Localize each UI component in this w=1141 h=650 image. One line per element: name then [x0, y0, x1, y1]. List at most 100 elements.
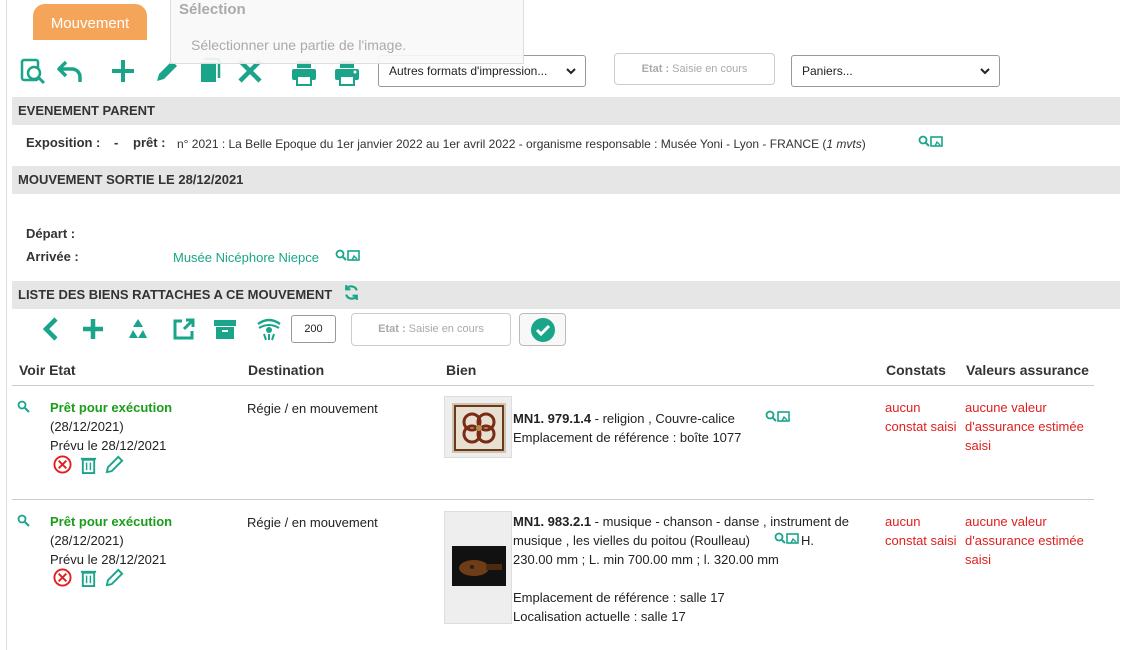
back-chevron-icon[interactable] [37, 314, 67, 344]
row-status: Prêt pour exécution [50, 514, 173, 529]
trash-icon[interactable] [79, 568, 98, 587]
col-destination: Destination [248, 362, 325, 378]
item-inventory-number[interactable]: MN1. 979.1.4 [513, 411, 591, 426]
view-search-icon[interactable] [335, 249, 361, 263]
section-items-list: LISTE DES BIENS RATTACHES A CE MOUVEMENT [12, 281, 1120, 309]
header-divider [12, 385, 1094, 386]
col-constats: Constats [886, 362, 946, 378]
couvre-calice-image [452, 403, 506, 453]
item-description: MN1. 979.1.4 - religion , Couvre-calice [513, 409, 735, 428]
refresh-icon[interactable] [343, 284, 360, 301]
item-desc-line2-text: musique , les vielles du poitou (Roullea… [513, 533, 751, 548]
valeurs-line3: saisi [965, 438, 992, 453]
valeurs-line1: aucune valeur [965, 514, 1047, 529]
edit-pencil-icon[interactable] [104, 455, 125, 474]
constats-line1: aucun [885, 400, 921, 415]
view-search-icon[interactable] [17, 514, 31, 528]
pret-mvts: 1 mvts [826, 137, 862, 151]
edit-pencil-icon[interactable] [104, 568, 125, 587]
cancel-circle-icon[interactable] [53, 568, 72, 587]
constats-value: aucun constat saisi [885, 512, 957, 550]
row-date: (28/12/2021) [50, 533, 124, 548]
col-bien: Bien [446, 362, 477, 378]
chevron-down-icon [980, 68, 990, 75]
row-date: (28/12/2021) [50, 419, 124, 434]
constats-line2: constat saisi [885, 533, 957, 548]
view-search-icon[interactable] [765, 410, 791, 424]
selection-hint: Sélectionner une partie de l'image. [191, 37, 407, 53]
constats-value: aucun constat saisi [885, 398, 957, 436]
constats-line2: constat saisi [885, 419, 957, 434]
page-size-input[interactable]: 200 [291, 315, 336, 343]
state-box: Etat : Saisie en cours [614, 53, 775, 85]
undo-icon[interactable] [55, 56, 85, 86]
item-description: MN1. 983.2.1 - musique - chanson - danse… [513, 512, 849, 531]
row-destination: Régie / en mouvement [247, 515, 378, 530]
col-voir-etat: Voir Etat [19, 362, 76, 378]
item-dimensions: 230.00 mm ; L. min 700.00 mm ; l. 320.00… [513, 552, 779, 567]
exposition-value: - [114, 135, 119, 150]
valeurs-value: aucune valeur d'assurance estimée saisi [965, 512, 1084, 569]
arrivee-value[interactable]: Musée Nicéphore Niepce [173, 250, 319, 265]
valeurs-line2: d'assurance estimée [965, 419, 1084, 434]
view-search-icon[interactable] [918, 135, 944, 149]
row-planned: Prévu le 28/12/2021 [50, 552, 167, 567]
pret-text: n° 2021 : La Belle Epoque du 1er janvier… [177, 137, 827, 151]
eye-icon[interactable] [254, 314, 284, 344]
pret-close: ) [861, 137, 866, 151]
page-border [6, 0, 7, 650]
item-thumbnail[interactable] [444, 511, 512, 624]
state-value: Saisie en cours [672, 63, 748, 75]
list-state-box: Etat : Saisie en cours [351, 313, 511, 346]
archive-icon[interactable] [210, 314, 240, 344]
valeurs-line1: aucune valeur [965, 400, 1047, 415]
items-list-title: LISTE DES BIENS RATTACHES A CE MOUVEMENT [18, 287, 333, 302]
item-inventory-number[interactable]: MN1. 983.2.1 [513, 514, 591, 529]
item-desc-line2: musique , les vielles du poitou (Roullea… [513, 531, 750, 550]
chevron-down-icon [566, 68, 576, 75]
pret-label: prêt : [133, 135, 166, 150]
print-formats-value: Autres formats d'impression... [389, 64, 548, 78]
list-state-value: Saisie en cours [408, 323, 484, 335]
list-state-label: Etat : [378, 323, 406, 335]
add-item-icon[interactable] [78, 314, 108, 344]
tab-mouvement[interactable]: Mouvement [33, 4, 147, 40]
item-desc-h: H. [801, 533, 814, 548]
item-desc-line1: - religion , Couvre-calice [591, 411, 735, 426]
check-circle-icon [530, 317, 555, 342]
row-destination: Régie / en mouvement [247, 401, 378, 416]
constats-line1: aucun [885, 514, 921, 529]
view-search-icon[interactable] [17, 400, 31, 414]
vielle-instrument-image [452, 546, 506, 586]
row-planned: Prévu le 28/12/2021 [50, 438, 167, 453]
view-search-icon[interactable] [774, 532, 800, 546]
exposition-label: Exposition : [26, 135, 101, 150]
cancel-circle-icon[interactable] [53, 455, 72, 474]
col-valeurs-assurance: Valeurs assurance [966, 362, 1089, 378]
external-link-icon[interactable] [169, 314, 199, 344]
item-localisation: Localisation actuelle : salle 17 [513, 609, 686, 624]
section-parent-event: EVENEMENT PARENT [12, 97, 1120, 125]
preview-search-icon[interactable] [17, 56, 47, 86]
trash-icon[interactable] [79, 455, 98, 474]
pret-value: n° 2021 : La Belle Epoque du 1er janvier… [177, 137, 866, 151]
item-desc-line1: - musique - chanson - danse , instrument… [591, 514, 850, 529]
add-icon[interactable] [108, 56, 138, 86]
item-thumbnail[interactable] [444, 396, 512, 458]
selection-panel: Sélection Sélectionner une partie de l'i… [170, 0, 524, 64]
baskets-select[interactable]: Paniers... [791, 55, 1000, 87]
item-emplacement: Emplacement de référence : boîte 1077 [513, 430, 742, 445]
item-emplacement: Emplacement de référence : salle 17 [513, 590, 725, 605]
depart-label: Départ : [26, 226, 76, 241]
valeurs-value: aucune valeur d'assurance estimée saisi [965, 398, 1084, 455]
selection-title: Sélection [179, 1, 246, 18]
valeurs-line3: saisi [965, 552, 992, 567]
baskets-value: Paniers... [802, 64, 853, 78]
valeurs-line2: d'assurance estimée [965, 533, 1084, 548]
validate-button[interactable] [519, 313, 566, 346]
row-divider [12, 499, 1094, 500]
state-label: Etat : [641, 63, 670, 75]
recycle-icon[interactable] [123, 314, 153, 344]
row-status: Prêt pour exécution [50, 400, 173, 415]
arrivee-label: Arrivée : [26, 249, 79, 264]
